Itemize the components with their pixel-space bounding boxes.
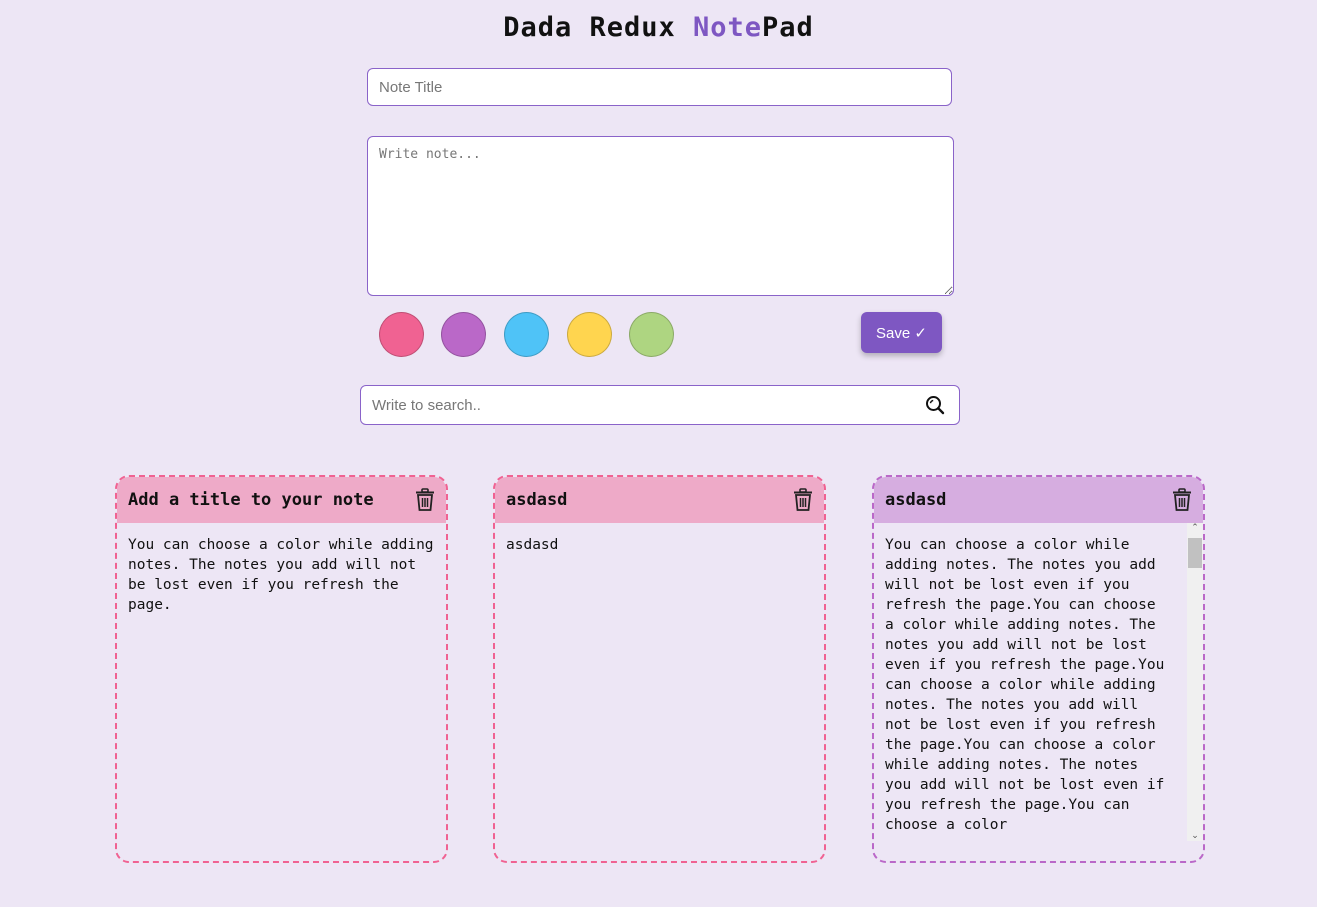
scrollbar-thumb[interactable] bbox=[1188, 538, 1202, 568]
note-card-header: asdasd bbox=[874, 477, 1203, 523]
color-swatch-pink[interactable] bbox=[379, 312, 424, 357]
color-swatch-purple[interactable] bbox=[441, 312, 486, 357]
title-part-1: Dada Redux bbox=[503, 12, 693, 43]
trash-icon[interactable] bbox=[1171, 488, 1193, 512]
save-button[interactable]: Save ✓ bbox=[861, 312, 942, 353]
note-title-input[interactable] bbox=[367, 68, 952, 106]
color-swatch-yellow[interactable] bbox=[567, 312, 612, 357]
search-bar bbox=[360, 385, 960, 425]
note-card-title: asdasd bbox=[885, 490, 947, 510]
note-card-title: Add a title to your note bbox=[128, 490, 374, 510]
title-part-2: Pad bbox=[762, 12, 814, 43]
note-body-textarea[interactable] bbox=[367, 136, 954, 296]
note-card-body: You can choose a color while adding note… bbox=[128, 537, 443, 613]
note-scrollbar[interactable]: ⌃ ⌄ bbox=[1187, 523, 1203, 841]
color-swatch-blue[interactable] bbox=[504, 312, 549, 357]
note-card: Add a title to your note You can choose … bbox=[115, 475, 448, 863]
note-card: asdasd asdasd bbox=[493, 475, 826, 863]
scroll-up-icon[interactable]: ⌃ bbox=[1187, 523, 1203, 533]
note-card-header: asdasd bbox=[495, 477, 824, 523]
trash-icon[interactable] bbox=[414, 488, 436, 512]
scroll-down-icon[interactable]: ⌄ bbox=[1187, 831, 1203, 841]
search-icon[interactable] bbox=[925, 395, 945, 415]
note-card-body: asdasd bbox=[506, 537, 559, 553]
note-card-body: You can choose a color while adding note… bbox=[885, 537, 1174, 833]
note-card-header: Add a title to your note bbox=[117, 477, 446, 523]
color-swatch-green[interactable] bbox=[629, 312, 674, 357]
search-input[interactable] bbox=[361, 386, 911, 424]
note-card-title: asdasd bbox=[506, 490, 568, 510]
trash-icon[interactable] bbox=[792, 488, 814, 512]
app-title: Dada Redux NotePad bbox=[0, 12, 1317, 43]
note-card: asdasd You can choose a color while addi… bbox=[872, 475, 1205, 863]
title-accent: Note bbox=[693, 12, 763, 43]
